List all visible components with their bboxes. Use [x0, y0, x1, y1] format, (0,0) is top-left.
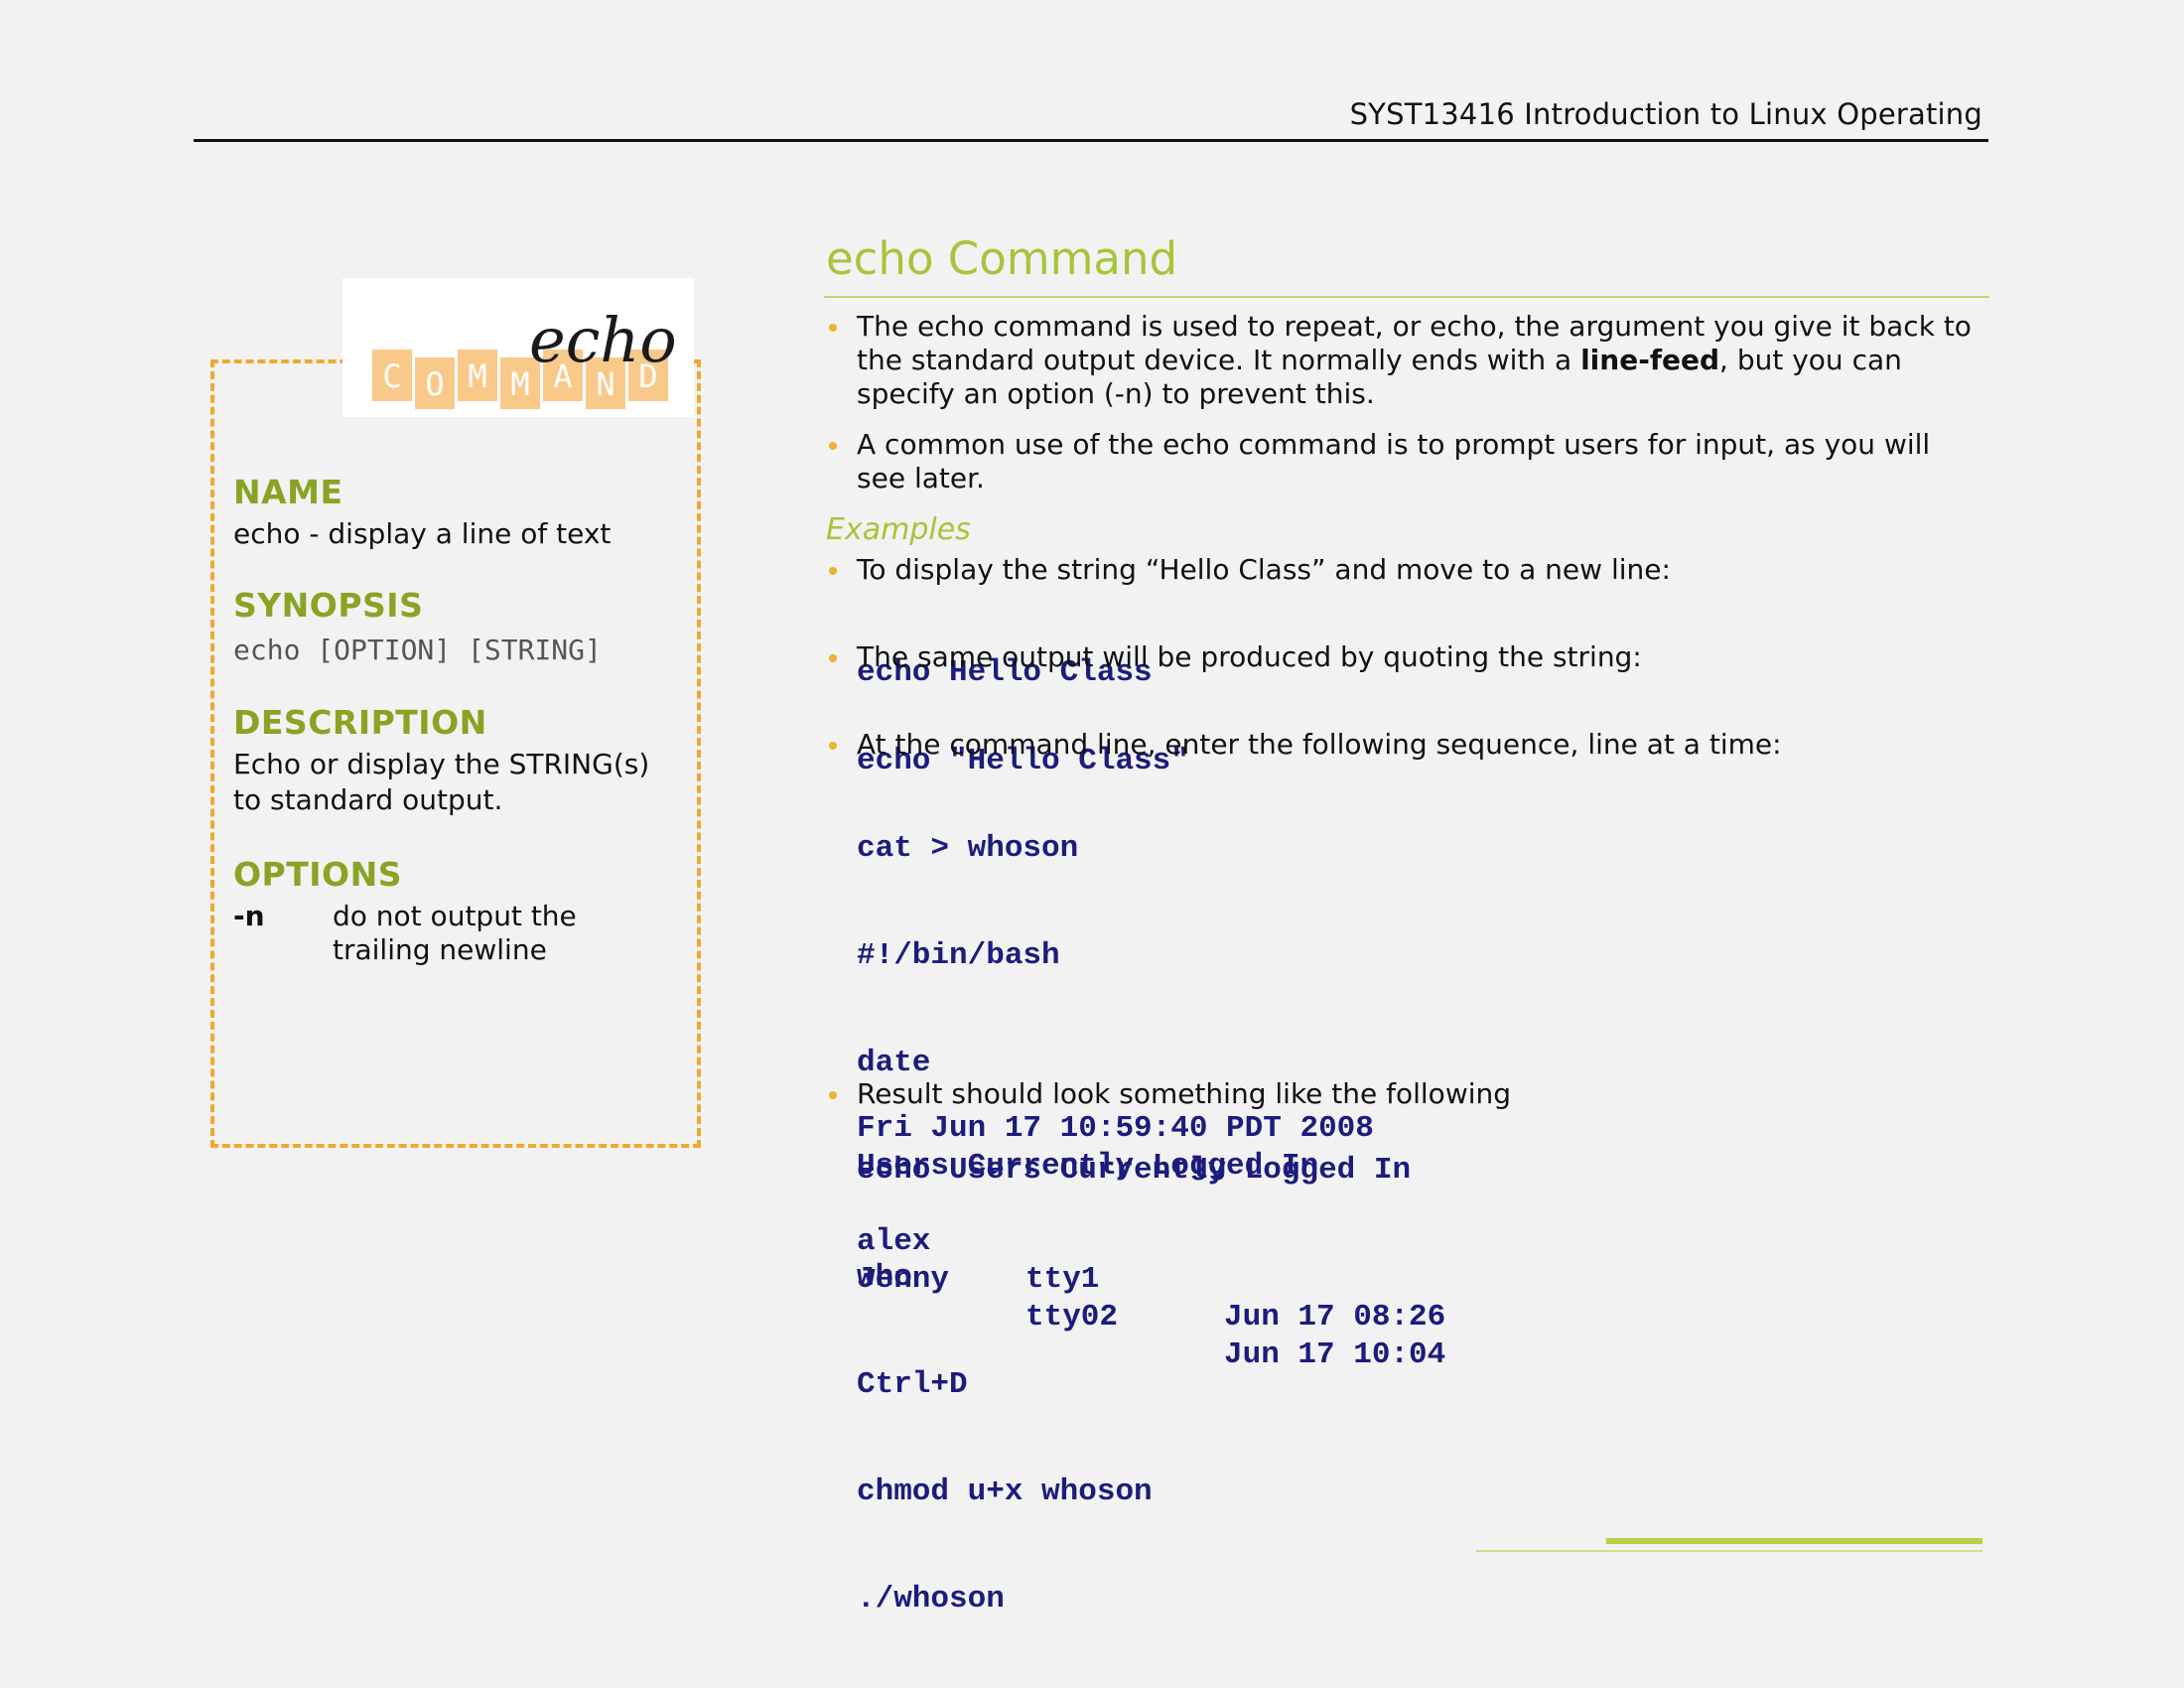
code-line: cat > whoson — [857, 831, 1079, 866]
result-line: Fri Jun 17 10:59:40 PDT 2008 — [857, 1111, 1374, 1146]
synopsis-heading: SYNOPSIS — [233, 586, 424, 625]
bullet-line: see later. — [857, 462, 985, 494]
code-line: chmod u+x whoson — [857, 1475, 1153, 1509]
logo-script-word: echo — [529, 304, 677, 376]
bullet-example-4: Result should look something like the fo… — [829, 1077, 1988, 1111]
slide-title: echo Command — [826, 232, 1178, 285]
option-description: do not output the trailing newline — [333, 900, 660, 967]
result-time: Jun 17 08:26 — [1224, 1300, 1446, 1335]
logo-letter: O — [425, 365, 444, 403]
bullet-line: the standard output device. It normally … — [857, 344, 1988, 377]
echo-command-logo: COMMAND echo — [342, 278, 694, 417]
footer-rule — [1476, 1550, 1982, 1552]
code-line: ./whoson — [857, 1582, 1005, 1617]
logo-letter: C — [382, 357, 401, 395]
page-header: SYST13416 Introduction to Linux Operatin… — [194, 97, 1988, 142]
bullet-example-3: At the command line, enter the following… — [829, 728, 1988, 762]
bullet-echo-purpose: The echo command is used to repeat, or e… — [829, 310, 1988, 411]
description-line: Echo or display the STRING(s) — [233, 748, 650, 780]
result-row: Jenny tty02 Jun 17 10:04 — [857, 1223, 1445, 1372]
footer-accent-bar — [1606, 1538, 1982, 1544]
result-row: alex tty1 Jun 17 08:26 — [857, 1186, 1445, 1335]
bullet-bold-term: line-feed — [1580, 344, 1720, 376]
bullet-line: specify an option (-n) to prevent this. — [857, 377, 1375, 410]
title-divider — [824, 296, 1989, 298]
bullet-text: , but you can — [1719, 344, 1902, 376]
logo-letter: M — [468, 357, 486, 395]
result-output: Fri Jun 17 10:59:40 PDT 2008 Users Curre… — [857, 1110, 1445, 1372]
synopsis-text: echo [OPTION] [STRING] — [233, 633, 602, 666]
option-desc-line: do not output the — [333, 900, 577, 932]
result-user: Jenny — [857, 1262, 950, 1297]
logo-letter: M — [510, 365, 529, 403]
result-tty: tty02 — [1025, 1300, 1119, 1335]
bullet-example-2: The same output will be produced by quot… — [829, 640, 1988, 674]
result-time: Jun 17 10:04 — [1224, 1337, 1446, 1372]
bullet-text: the standard output device. It normally … — [857, 344, 1581, 376]
bullet-example-1: To display the string “Hello Class” and … — [829, 553, 1988, 587]
result-tty: tty1 — [1025, 1262, 1100, 1297]
name-text: echo - display a line of text — [233, 517, 612, 550]
bullet-line: A common use of the echo command is to p… — [857, 428, 1931, 461]
logo-graphic: COMMAND echo — [372, 304, 677, 409]
bullet-common-use: A common use of the echo command is to p… — [829, 428, 1988, 495]
code-line: #!/bin/bash — [857, 938, 1060, 973]
options-heading: OPTIONS — [233, 855, 402, 894]
bullet-line: The echo command is used to repeat, or e… — [857, 310, 1972, 343]
description-line: to standard output. — [233, 783, 503, 816]
examples-heading: Examples — [826, 512, 971, 547]
name-heading: NAME — [233, 473, 343, 511]
description-heading: DESCRIPTION — [233, 703, 487, 742]
option-flag: -n — [233, 900, 265, 932]
description-text: Echo or display the STRING(s) to standar… — [233, 747, 649, 818]
course-title: SYST13416 Introduction to Linux Operatin… — [1349, 97, 1982, 131]
result-line: Users Currently Logged In — [857, 1149, 1319, 1184]
option-desc-line: trailing newline — [333, 933, 547, 966]
